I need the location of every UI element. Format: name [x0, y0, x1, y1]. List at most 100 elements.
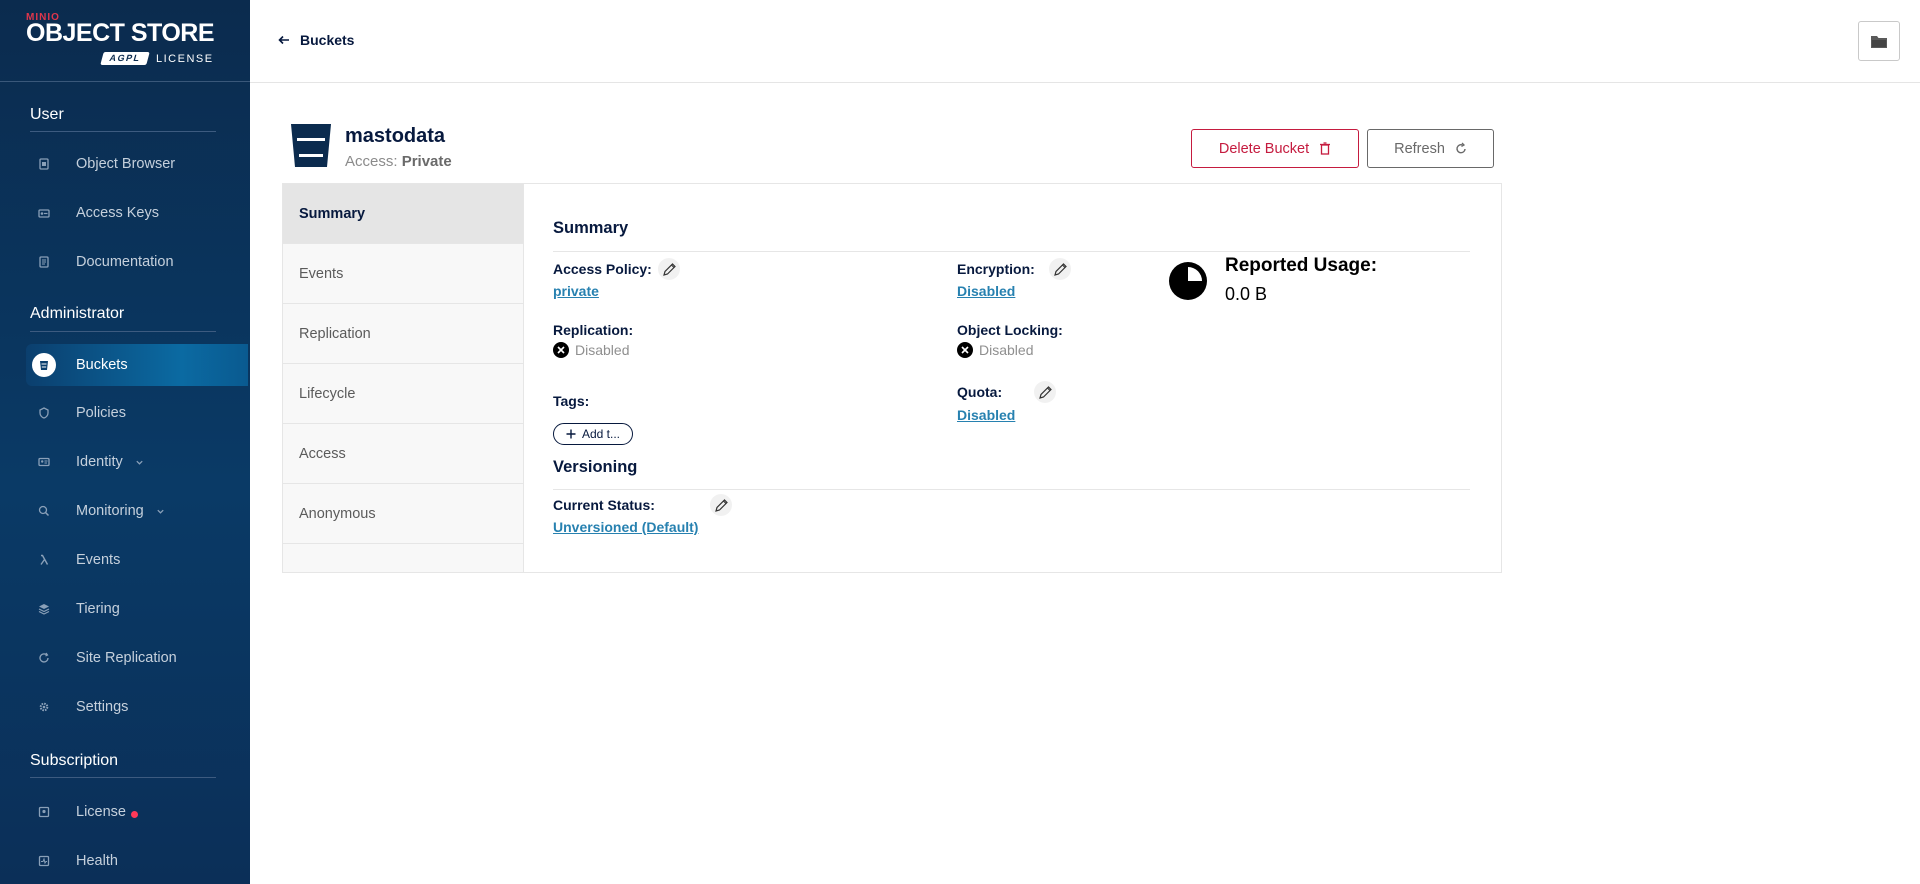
sidebar-item-events[interactable]: Events	[30, 539, 240, 581]
sidebar-item-label: Monitoring	[76, 503, 144, 519]
minio-logo[interactable]: MINIO OBJECT STORE AGPL LICENSE	[26, 12, 216, 70]
sidebar-item-label: Policies	[76, 405, 126, 421]
buckets-icon	[32, 353, 56, 377]
section-divider	[30, 131, 216, 132]
sidebar-item-documentation[interactable]: Documentation	[30, 241, 240, 283]
sidebar-item-license[interactable]: License	[30, 791, 240, 833]
quota-label: Quota:	[957, 384, 1003, 400]
add-tag-button[interactable]: Add t...	[553, 423, 633, 445]
sidebar-item-label: License	[76, 804, 126, 820]
sidebar-item-label: Access Keys	[76, 205, 159, 221]
sidebar-item-identity[interactable]: Identity	[30, 441, 240, 483]
access-label: Access:	[345, 153, 398, 170]
sidebar-item-policies[interactable]: Policies	[30, 392, 240, 434]
sidebar-item-label: Site Replication	[76, 650, 177, 666]
sidebar-item-access-keys[interactable]: Access Keys	[30, 192, 240, 234]
bucket-name: mastodata	[345, 125, 446, 147]
agpl-badge: AGPL	[100, 52, 150, 65]
delete-bucket-button[interactable]: Delete Bucket	[1191, 129, 1359, 168]
folder-icon	[1871, 35, 1887, 48]
current-status-value[interactable]: Unversioned (Default)	[553, 519, 698, 535]
section-divider	[30, 331, 216, 332]
versioning-divider	[553, 489, 1470, 490]
object-locking-label: Object Locking:	[957, 322, 1063, 338]
identity-icon	[32, 450, 56, 474]
replication-status: Disabled	[553, 342, 629, 358]
refresh-label: Refresh	[1394, 140, 1445, 157]
sidebar-item-label: Tiering	[76, 601, 120, 617]
summary-heading: Summary	[553, 219, 629, 237]
tab-replication[interactable]: Replication	[283, 304, 523, 364]
logo-license: AGPL LICENSE	[100, 52, 214, 65]
disabled-x-icon	[553, 342, 569, 358]
versioning-heading: Versioning	[553, 458, 638, 476]
reported-usage-value: 0.0 B	[1225, 284, 1268, 304]
replication-label: Replication:	[553, 322, 634, 338]
edit-encryption-icon[interactable]	[1049, 258, 1071, 280]
sidebar-item-label: Buckets	[76, 357, 128, 373]
object-locking-value: Disabled	[979, 342, 1034, 358]
encryption-value[interactable]: Disabled	[957, 283, 1015, 299]
add-tag-label: Add t...	[581, 427, 621, 441]
sidebar-item-label: Documentation	[76, 254, 174, 270]
trash-icon	[1320, 142, 1331, 155]
sidebar-item-monitoring[interactable]: Monitoring	[30, 490, 240, 532]
tab-events[interactable]: Events	[283, 244, 523, 304]
tiering-icon	[32, 597, 56, 621]
edit-access-policy-icon[interactable]	[658, 258, 680, 280]
sidebar-item-tiering[interactable]: Tiering	[30, 588, 240, 630]
chevron-down-icon	[136, 460, 143, 465]
alert-dot	[130, 810, 138, 818]
sidebar-item-buckets[interactable]: Buckets	[26, 344, 248, 386]
documentation-icon	[32, 250, 56, 274]
tab-lifecycle[interactable]: Lifecycle	[283, 364, 523, 424]
section-title-administrator: Administrator	[30, 305, 125, 322]
chevron-down-icon	[157, 509, 164, 514]
tab-summary[interactable]: Summary	[283, 184, 523, 244]
sidebar-item-settings[interactable]: Settings	[30, 686, 240, 728]
section-divider	[30, 777, 216, 778]
object-browser-icon	[32, 152, 56, 176]
logo-divider	[0, 81, 250, 82]
edit-quota-icon[interactable]	[1034, 381, 1056, 403]
sidebar-item-label: Health	[76, 853, 118, 869]
tab-access[interactable]: Access	[283, 424, 523, 484]
current-status-label: Current Status:	[553, 497, 655, 513]
sidebar-item-label: Identity	[76, 454, 123, 470]
refresh-icon	[1456, 142, 1466, 154]
sidebar-item-label: Events	[76, 552, 121, 568]
disabled-x-icon	[957, 342, 973, 358]
usage-pie-icon	[1169, 262, 1207, 300]
access-policy-label: Access Policy:	[553, 261, 652, 277]
bucket-access: Access: Private	[345, 153, 452, 170]
reported-usage-label: Reported Usage:	[1225, 255, 1378, 276]
bucket-icon	[291, 124, 331, 167]
sidebar: MINIO OBJECT STORE AGPL LICENSE User Obj…	[0, 0, 250, 884]
delete-bucket-label: Delete Bucket	[1218, 140, 1310, 157]
access-policy-value[interactable]: private	[553, 283, 599, 299]
replication-value: Disabled	[575, 342, 630, 358]
arrow-left-icon	[278, 35, 289, 45]
sidebar-item-object-browser[interactable]: Object Browser	[30, 143, 240, 185]
sidebar-item-label: Object Browser	[76, 156, 176, 172]
refresh-button[interactable]: Refresh	[1367, 129, 1494, 168]
health-icon	[32, 849, 56, 873]
sidebar-item-site-replication[interactable]: Site Replication	[30, 637, 240, 679]
sidebar-item-health[interactable]: Health	[30, 840, 240, 882]
edit-versioning-icon[interactable]	[710, 494, 732, 516]
summary-divider	[553, 251, 1470, 252]
encryption-label: Encryption:	[957, 261, 1035, 277]
access-keys-icon	[32, 201, 56, 225]
monitoring-icon	[32, 499, 56, 523]
logo-license-text: LICENSE	[156, 52, 214, 65]
object-browser-button[interactable]	[1858, 21, 1900, 61]
lambda-icon	[32, 548, 56, 572]
object-locking-status: Disabled	[957, 342, 1033, 358]
site-replication-icon	[32, 646, 56, 670]
back-to-buckets-link[interactable]: Buckets	[278, 32, 354, 48]
quota-value[interactable]: Disabled	[957, 407, 1015, 423]
policies-icon	[32, 401, 56, 425]
tab-anonymous[interactable]: Anonymous	[283, 484, 523, 544]
bucket-details-panel: Summary Events Replication Lifecycle Acc…	[282, 183, 1502, 573]
license-icon	[32, 800, 56, 824]
